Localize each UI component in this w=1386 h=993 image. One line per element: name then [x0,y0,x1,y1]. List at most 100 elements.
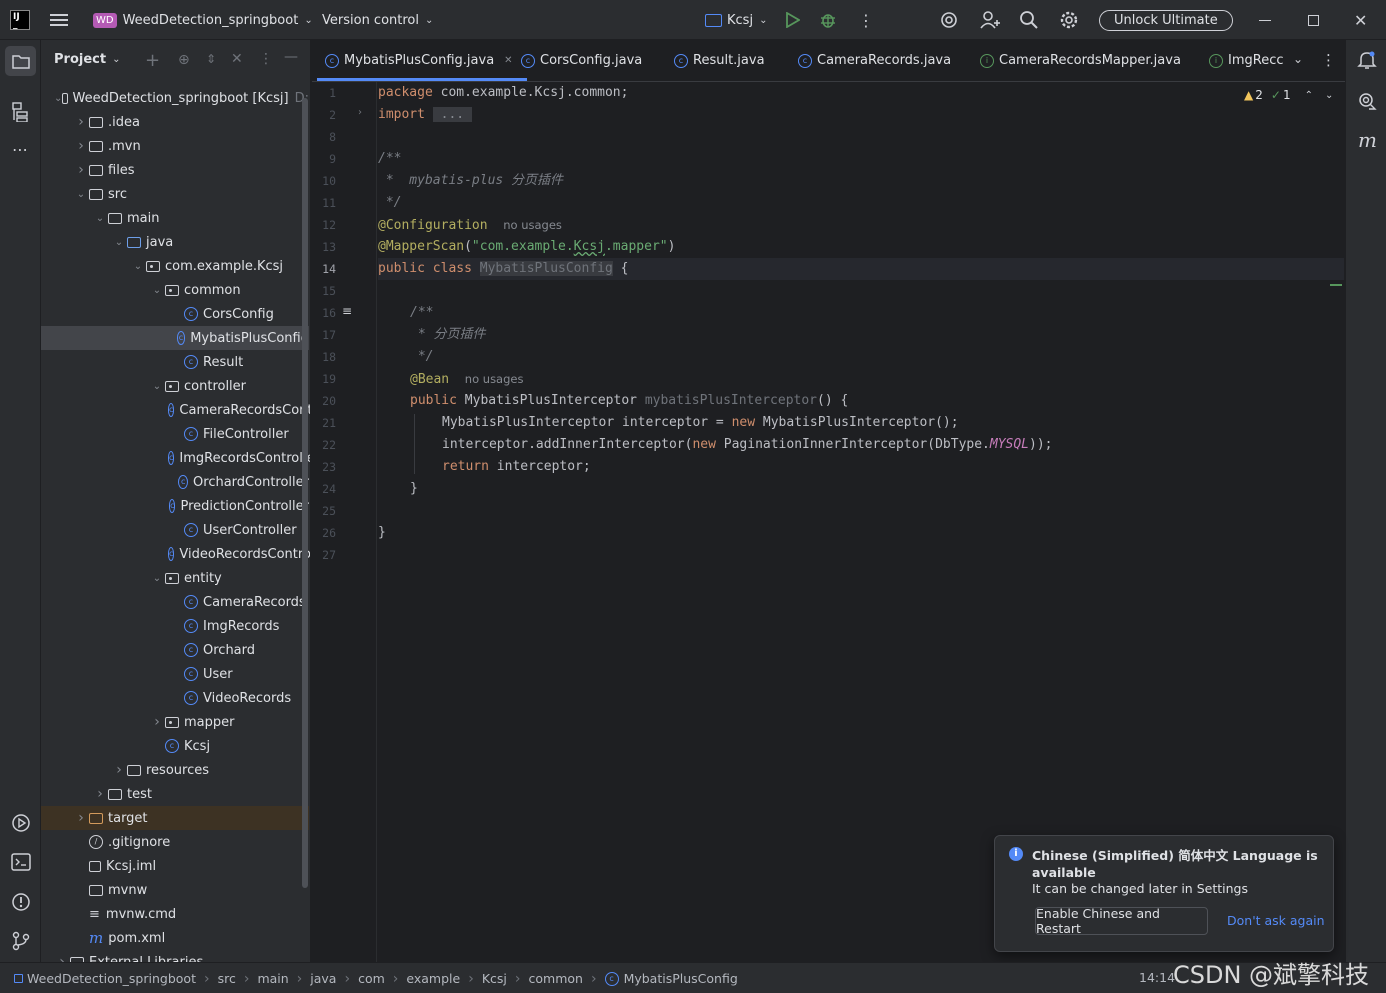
chevron-down-icon[interactable]: ⌄ [149,573,165,584]
chevron-down-icon[interactable]: ⌄ [149,285,165,296]
tree-item[interactable]: ⌄ com.example.Kcsj [41,254,309,278]
project-view-selector[interactable]: Project ⌄ [54,52,120,67]
chevron-right-icon[interactable]: › [54,954,70,962]
locate-icon[interactable]: ⊕ [178,52,190,68]
unlock-ultimate-button[interactable]: Unlock Ultimate [1099,0,1233,40]
git-tool-button[interactable] [11,931,31,955]
editor-tab[interactable]: c CameraRecords.java [798,40,951,81]
editor-tab[interactable]: i ImgRecc [1209,40,1284,81]
tree-item[interactable]: ⌄ entity [41,566,309,590]
chevron-right-icon[interactable]: › [73,162,89,178]
tree-item[interactable]: c Orchard [41,638,309,662]
terminal-tool-button[interactable] [11,853,31,875]
tree-item[interactable]: Kcsj.iml [41,854,309,878]
usages-hint[interactable]: no usages [503,218,562,232]
tree-item[interactable]: › .idea [41,110,309,134]
project-tool-button[interactable] [5,46,36,76]
breadcrumb-item[interactable]: Kcsj [482,971,507,986]
previous-highlight-icon[interactable]: ⌃ [1305,90,1313,101]
cursor-position[interactable]: 14:14 [1139,970,1175,985]
chevron-right-icon[interactable]: › [73,138,89,154]
breadcrumb-item[interactable]: common [529,971,583,986]
services-tool-button[interactable] [11,813,31,837]
enable-chinese-button[interactable]: Enable Chinese and Restart [1035,906,1208,936]
tree-item[interactable]: c FileController [41,422,309,446]
chevron-down-icon[interactable]: ⌄ [73,189,89,200]
tabs-overflow-chevron-icon[interactable]: ⌄ [1293,52,1303,66]
tree-item[interactable]: ⌄ java [41,230,309,254]
chevron-down-icon[interactable]: ⌄ [92,213,108,224]
panel-options-icon[interactable]: ⋮ [259,51,273,67]
app-logo-icon[interactable]: IJ _ [10,0,30,40]
tree-item[interactable]: ⌄ src [41,182,309,206]
tree-item[interactable]: › test [41,782,309,806]
search-icon[interactable] [1019,0,1039,40]
editor-tab[interactable]: c MybatisPlusConfig.java ✕ [317,40,527,81]
tree-item[interactable]: ⌄WeedDetection_springboot [Kcsj]D: [41,86,309,110]
maximize-button[interactable] [1308,0,1319,40]
problems-tool-button[interactable] [11,892,31,916]
tree-item[interactable]: › resources [41,758,309,782]
ai-assistant-icon[interactable] [939,0,959,40]
tree-item[interactable]: ≡ mvnw.cmd [41,902,309,926]
tree-scrollbar[interactable] [302,98,308,888]
close-window-button[interactable]: ✕ [1354,0,1367,40]
tree-item[interactable]: ⌄ main [41,206,309,230]
ai-chat-button[interactable] [1357,91,1377,115]
dont-ask-again-link[interactable]: Don't ask again [1227,913,1325,928]
tree-item[interactable]: c VideoRecordsController [41,542,310,566]
tree-item[interactable]: › target [41,806,309,830]
tree-item[interactable]: c PredictionController [41,494,309,518]
tree-item[interactable]: ⌄ controller [41,374,309,398]
minimize-button[interactable] [1259,0,1271,40]
editor-tab[interactable]: i CameraRecordsMapper.java [980,40,1181,81]
chevron-down-icon[interactable]: ⌄ [149,381,165,392]
usages-hint[interactable]: no usages [465,372,524,386]
run-config-selector[interactable]: Kcsj ⌄ [705,0,767,40]
tree-item[interactable]: › .mvn [41,134,309,158]
breadcrumb-item[interactable]: java [310,971,336,986]
tree-item[interactable]: › files [41,158,309,182]
notifications-button[interactable] [1357,50,1377,74]
breadcrumb-item[interactable]: com [358,971,385,986]
more-tools-icon[interactable]: ⋯ [12,140,28,159]
tree-item[interactable]: › mapper [41,710,309,734]
editor-tab[interactable]: c CorsConfig.java [521,40,642,81]
add-user-icon[interactable] [980,0,1000,40]
chevron-right-icon[interactable]: › [73,114,89,130]
add-icon[interactable]: + [145,50,160,71]
implementation-marker-icon[interactable]: ≡ [342,304,352,318]
breadcrumb-item[interactable]: main [257,971,288,986]
breadcrumb-item[interactable]: src [218,971,236,986]
tree-item[interactable]: ⌄ common [41,278,309,302]
tree-item[interactable]: c VideoRecords [41,686,309,710]
tree-item[interactable]: c CameraRecords [41,590,309,614]
tree-item[interactable]: c Kcsj [41,734,309,758]
collapse-all-icon[interactable]: ✕ [231,51,243,67]
tree-item[interactable]: c CameraRecordsController [41,398,310,422]
editor-tab[interactable]: c Result.java [674,40,765,81]
tabs-more-icon[interactable]: ⋮ [1321,51,1336,69]
tree-item[interactable]: / .gitignore [41,830,309,854]
close-tab-icon[interactable]: ✕ [504,55,512,66]
inspection-widget[interactable]: ▲ 2 ✓ 1 ⌃ ⌄ [1244,88,1333,102]
folded-imports[interactable]: ... [432,107,472,122]
structure-tool-button[interactable] [11,102,29,126]
tree-item[interactable]: m pom.xml [41,926,309,950]
tree-item[interactable]: c User [41,662,309,686]
tree-item[interactable]: c CorsConfig [41,302,309,326]
code-editor[interactable]: ▲ 2 ✓ 1 ⌃ ⌄ package com.example.Kcsj.com… [378,82,1344,962]
next-highlight-icon[interactable]: ⌄ [1325,90,1333,101]
tree-item[interactable]: c MybatisPlusConfig [41,326,309,350]
chevron-right-icon[interactable]: › [73,810,89,826]
breadcrumb-item[interactable]: example [406,971,460,986]
project-switcher[interactable]: WD WeedDetection_springboot ⌄ [93,0,313,40]
tree-item[interactable]: c OrchardController [41,470,309,494]
settings-gear-icon[interactable] [1059,0,1079,40]
chevron-right-icon[interactable]: › [92,786,108,802]
version-control-menu[interactable]: Version control ⌄ [322,0,433,40]
tree-item[interactable]: c UserController [41,518,309,542]
chevron-right-icon[interactable]: › [149,714,165,730]
chevron-down-icon[interactable]: ⌄ [111,237,127,248]
maven-button[interactable]: m [1358,128,1377,152]
